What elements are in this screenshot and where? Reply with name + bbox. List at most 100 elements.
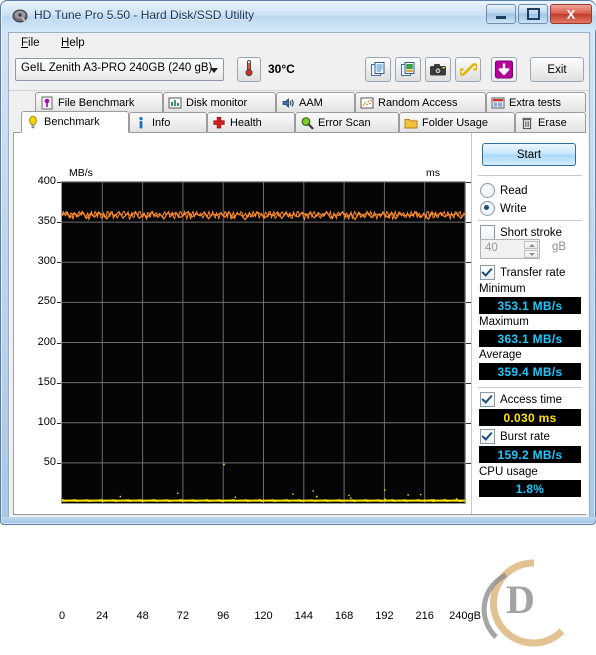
app-window: HD Tune Pro 5.50 - Hard Disk/SSD Utility…	[0, 0, 596, 647]
chart-ylabel-right: ms	[426, 167, 440, 179]
screenshot-camera-icon[interactable]	[425, 57, 451, 82]
benchmark-bulb-icon	[26, 115, 40, 129]
start-button[interactable]: Start	[482, 143, 576, 166]
random-access-icon	[360, 96, 374, 110]
checkbox-transfer-rate[interactable]: Transfer rate	[480, 265, 565, 280]
chart-ylabel-left: MB/s	[69, 167, 93, 179]
maximize-button[interactable]	[518, 4, 548, 24]
separator-3	[478, 387, 582, 388]
download-arrow-icon[interactable]	[491, 57, 517, 82]
tab-extra-tests[interactable]: Extra tests	[486, 92, 586, 112]
folder-icon	[404, 116, 418, 130]
trash-icon	[520, 116, 534, 130]
radio-write-label: Write	[500, 202, 527, 215]
menu-bar: File Help	[9, 33, 589, 53]
chart-xtick: 240gB	[449, 610, 481, 622]
benchmark-chart: MB/s ms 400350300250200150100504.003.503…	[14, 133, 495, 622]
tab-info[interactable]: Info	[129, 112, 207, 132]
tab-health-label: Health	[230, 116, 262, 129]
chart-tickmark-left	[57, 302, 61, 304]
menu-help-rest: elp	[69, 37, 85, 49]
menu-file-rest: ile	[28, 37, 40, 49]
temperature-button[interactable]	[237, 57, 261, 82]
menu-item-help[interactable]: Help	[54, 36, 92, 50]
tab-random-access-label: Random Access	[378, 96, 458, 109]
menu-item-file[interactable]: File	[14, 36, 47, 50]
tab-aam-label: AAM	[299, 96, 323, 109]
minimize-button[interactable]	[486, 4, 516, 24]
chart-tickmark-left	[57, 422, 61, 424]
tab-disk-monitor-label: Disk monitor	[186, 96, 248, 109]
chart-ytick-left: 350	[37, 215, 56, 228]
checkbox-access-time[interactable]: Access time	[480, 392, 562, 407]
info-icon	[134, 116, 148, 130]
average-label: Average	[479, 349, 522, 361]
cpu-usage-label: CPU usage	[479, 466, 538, 478]
tab-aam[interactable]: AAM	[276, 92, 355, 112]
chart-ytick-left: 250	[37, 295, 56, 308]
tab-health[interactable]: Health	[207, 112, 295, 132]
tab-file-benchmark[interactable]: File Benchmark	[35, 92, 163, 112]
chevron-down-icon	[210, 68, 218, 73]
benchmark-panel: MB/s ms 400350300250200150100504.003.503…	[13, 132, 588, 647]
tab-file-benchmark-label: File Benchmark	[58, 96, 135, 109]
tab-folder-usage-label: Folder Usage	[422, 116, 489, 129]
drive-select[interactable]: GeIL Zenith A3-PRO 240GB (240 gB)	[15, 58, 224, 81]
disk-monitor-icon	[168, 96, 182, 110]
copy-image-icon[interactable]	[395, 57, 421, 82]
tab-error-scan-label: Error Scan	[318, 116, 371, 129]
chart-ytick-left: 300	[37, 255, 56, 268]
tab-benchmark-label: Benchmark	[44, 116, 100, 128]
short-stroke-label: Short stroke	[500, 226, 562, 239]
chart-tickmark-left	[57, 342, 61, 344]
checkbox-short-stroke[interactable]: Short stroke	[480, 225, 562, 240]
average-value: 359.4 MB/s	[479, 363, 581, 380]
tab-info-label: Info	[152, 116, 171, 129]
radio-write[interactable]: Write	[480, 201, 527, 216]
short-stroke-value: 40	[485, 242, 498, 254]
link-chain-icon[interactable]	[455, 57, 481, 82]
chart-ytick-left: 400	[37, 175, 56, 187]
burst-rate-label: Burst rate	[500, 430, 550, 443]
copy-text-icon[interactable]	[365, 57, 391, 82]
access-time-checkbox-indicator	[480, 392, 495, 407]
client-area: File Help GeIL Zenith A3-PRO 240GB (240 …	[8, 32, 590, 647]
short-stroke-unit: gB	[552, 241, 567, 253]
access-time-value: 0.030 ms	[479, 409, 581, 426]
checkbox-burst-rate[interactable]: Burst rate	[480, 429, 550, 444]
chart-tickmark-left	[57, 462, 61, 464]
file-benchmark-icon	[40, 96, 54, 110]
burst-rate-checkbox-indicator	[480, 429, 495, 444]
health-cross-icon	[212, 116, 226, 130]
chart-ytick-left: 150	[37, 375, 56, 388]
chart-tickmark-left	[57, 262, 61, 264]
minimum-label: Minimum	[479, 283, 526, 295]
tab-benchmark[interactable]: Benchmark	[21, 111, 129, 133]
short-stroke-input[interactable]: 40	[480, 239, 540, 259]
window-bottom-strip	[2, 517, 596, 523]
burst-rate-value: 159.2 MB/s	[479, 446, 581, 463]
chart-ytick-left: 200	[37, 335, 56, 348]
exit-button[interactable]: Exit	[530, 57, 584, 82]
title-bar: HD Tune Pro 5.50 - Hard Disk/SSD Utility…	[2, 2, 596, 30]
tab-disk-monitor[interactable]: Disk monitor	[163, 92, 276, 112]
minimum-value: 353.1 MB/s	[479, 297, 581, 314]
drive-select-value: GeIL Zenith A3-PRO 240GB (240 gB)	[21, 62, 213, 74]
chart-ytick-left: 100	[37, 415, 56, 428]
tab-error-scan[interactable]: Error Scan	[295, 112, 399, 132]
tab-erase-label: Erase	[538, 116, 567, 129]
short-stroke-checkbox-indicator	[480, 225, 495, 240]
radio-read-indicator	[480, 183, 495, 198]
close-button[interactable]: X	[550, 4, 592, 24]
spinner-up-icon[interactable]	[524, 241, 538, 249]
tab-folder-usage[interactable]: Folder Usage	[399, 112, 515, 132]
spinner-down-icon[interactable]	[524, 250, 538, 258]
speaker-icon	[281, 96, 295, 110]
radio-read[interactable]: Read	[480, 183, 528, 198]
tab-random-access[interactable]: Random Access	[355, 92, 486, 112]
chart-plot-area	[61, 181, 466, 504]
magnifier-icon	[300, 116, 314, 130]
extra-tests-icon	[491, 96, 505, 110]
tab-erase[interactable]: Erase	[515, 112, 586, 132]
chart-tickmark-left	[57, 182, 61, 183]
